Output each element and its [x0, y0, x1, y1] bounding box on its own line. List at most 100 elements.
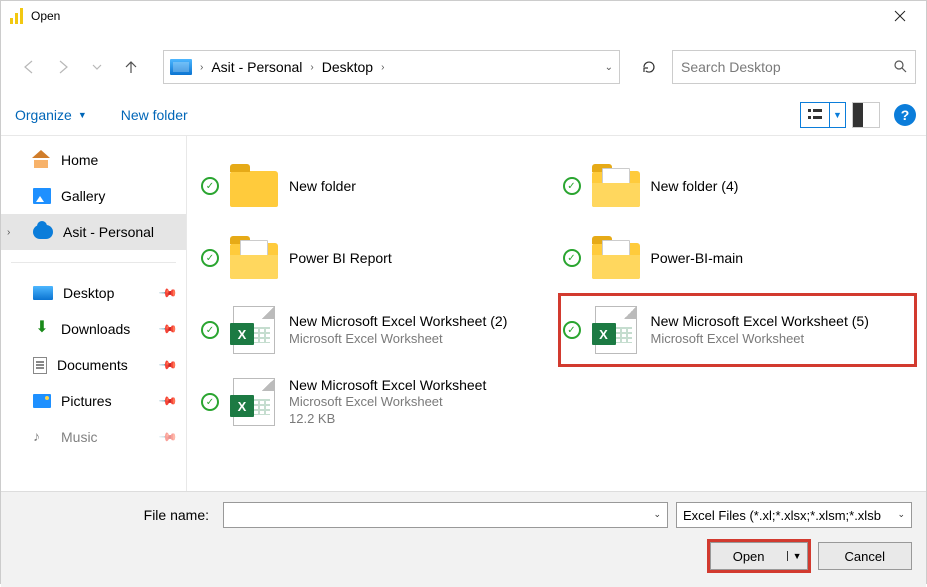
- chevron-right-icon[interactable]: ›: [200, 62, 203, 73]
- app-icon: [9, 8, 25, 24]
- sidebar-label: Music: [61, 429, 98, 445]
- sync-icon: [563, 249, 581, 267]
- nav-bar: › Asit - Personal › Desktop › ⌄: [1, 45, 926, 89]
- breadcrumb-desktop[interactable]: Desktop: [322, 59, 373, 75]
- file-item-folder[interactable]: New folder (4): [559, 150, 917, 222]
- file-item-folder[interactable]: New folder: [197, 150, 555, 222]
- new-folder-button[interactable]: New folder: [121, 107, 188, 123]
- excel-icon: X: [595, 306, 637, 354]
- documents-icon: [33, 357, 47, 374]
- file-item-folder[interactable]: Power-BI-main: [559, 222, 917, 294]
- file-name: New Microsoft Excel Worksheet (2): [289, 312, 551, 330]
- file-name-input[interactable]: [224, 503, 667, 527]
- sync-icon: [563, 177, 581, 195]
- address-bar[interactable]: › Asit - Personal › Desktop › ⌄: [163, 50, 620, 84]
- refresh-button[interactable]: [632, 50, 666, 84]
- desktop-icon: [33, 286, 53, 300]
- address-dropdown[interactable]: ⌄: [605, 62, 613, 73]
- pin-icon: 📌: [158, 283, 178, 303]
- caret-down-icon: ▼: [78, 110, 87, 120]
- folder-icon: [230, 171, 278, 207]
- title-bar: Open: [1, 1, 926, 31]
- search-input[interactable]: [681, 59, 893, 75]
- search-icon: [893, 59, 907, 76]
- view-icon: [801, 103, 829, 127]
- sidebar-label: Pictures: [61, 393, 112, 409]
- sidebar-item-home[interactable]: Home: [1, 142, 186, 178]
- file-name: New folder (4): [651, 177, 913, 195]
- pictures-icon: [33, 394, 51, 408]
- caret-down-icon: ▼: [829, 103, 845, 127]
- sidebar-label: Downloads: [61, 321, 130, 337]
- breadcrumb-asit[interactable]: Asit - Personal: [211, 59, 302, 75]
- cancel-button[interactable]: Cancel: [818, 542, 912, 570]
- downloads-icon: ⬇: [33, 321, 51, 337]
- sidebar-item-gallery[interactable]: Gallery: [1, 178, 186, 214]
- file-item-excel-highlighted[interactable]: X New Microsoft Excel Worksheet (5) Micr…: [559, 294, 917, 366]
- cancel-label: Cancel: [819, 549, 911, 564]
- sidebar-label: Desktop: [63, 285, 114, 301]
- help-button[interactable]: ?: [894, 104, 916, 126]
- up-button[interactable]: [117, 53, 145, 81]
- excel-icon: X: [233, 306, 275, 354]
- sidebar-label: Asit - Personal: [63, 224, 154, 240]
- file-item-excel[interactable]: X New Microsoft Excel Worksheet (2) Micr…: [197, 294, 555, 366]
- view-mode-button[interactable]: ▼: [800, 102, 846, 128]
- pin-icon: 📌: [158, 355, 178, 375]
- file-name-combobox[interactable]: ⌄: [223, 502, 668, 528]
- sidebar-label: Gallery: [61, 188, 105, 204]
- chevron-right-icon[interactable]: ›: [7, 227, 10, 238]
- file-item-excel[interactable]: X New Microsoft Excel Worksheet Microsof…: [197, 366, 555, 438]
- sidebar-item-pictures[interactable]: Pictures 📌: [1, 383, 186, 419]
- sidebar-label: Documents: [57, 357, 128, 373]
- preview-pane-button[interactable]: [852, 102, 880, 128]
- toolbar: Organize ▼ New folder ▼ ?: [1, 95, 926, 135]
- sync-icon: [201, 321, 219, 339]
- music-icon: ♪: [33, 429, 51, 445]
- file-name: Power BI Report: [289, 249, 551, 267]
- onedrive-icon: [33, 225, 53, 239]
- location-icon: [170, 59, 192, 75]
- sync-icon: [201, 393, 219, 411]
- file-item-folder[interactable]: Power BI Report: [197, 222, 555, 294]
- forward-button[interactable]: [49, 53, 77, 81]
- sidebar-item-desktop[interactable]: Desktop 📌: [1, 275, 186, 311]
- sidebar-item-documents[interactable]: Documents 📌: [1, 347, 186, 383]
- folder-icon: [592, 171, 640, 207]
- open-button[interactable]: Open ▼: [710, 542, 808, 570]
- organize-menu[interactable]: Organize ▼: [15, 107, 87, 123]
- file-name: New folder: [289, 177, 551, 195]
- sync-icon: [201, 177, 219, 195]
- sidebar: Home Gallery › Asit - Personal Desktop 📌…: [1, 136, 187, 491]
- file-type-combobox[interactable]: ⌄: [676, 502, 912, 528]
- pin-icon: 📌: [158, 427, 178, 447]
- pin-icon: 📌: [158, 391, 178, 411]
- sidebar-item-music[interactable]: ♪ Music 📌: [1, 419, 186, 455]
- recent-locations-button[interactable]: [83, 53, 111, 81]
- file-size: 12.2 KB: [289, 411, 551, 428]
- search-box[interactable]: [672, 50, 916, 84]
- separator: [11, 262, 176, 263]
- file-type: Microsoft Excel Worksheet: [289, 394, 551, 411]
- folder-icon: [592, 243, 640, 279]
- organize-label: Organize: [15, 107, 72, 123]
- excel-icon: X: [233, 378, 275, 426]
- file-type: Microsoft Excel Worksheet: [289, 331, 551, 348]
- open-label: Open: [711, 549, 787, 564]
- back-button[interactable]: [15, 53, 43, 81]
- folder-icon: [230, 243, 278, 279]
- footer: File name: ⌄ ⌄ Open ▼ Cancel: [1, 491, 926, 587]
- file-type-value[interactable]: [677, 503, 911, 527]
- close-button[interactable]: [877, 1, 922, 31]
- file-name: New Microsoft Excel Worksheet: [289, 376, 551, 394]
- chevron-right-icon[interactable]: ›: [310, 62, 313, 73]
- file-name: Power-BI-main: [651, 249, 913, 267]
- file-list: New folder New folder (4) Power BI Repor…: [187, 136, 926, 491]
- sync-icon: [201, 249, 219, 267]
- sidebar-item-downloads[interactable]: ⬇ Downloads 📌: [1, 311, 186, 347]
- sidebar-label: Home: [61, 152, 98, 168]
- open-dropdown[interactable]: ▼: [787, 551, 807, 561]
- sidebar-item-asit[interactable]: › Asit - Personal: [1, 214, 186, 250]
- home-icon: [33, 152, 51, 168]
- chevron-right-icon[interactable]: ›: [381, 62, 384, 73]
